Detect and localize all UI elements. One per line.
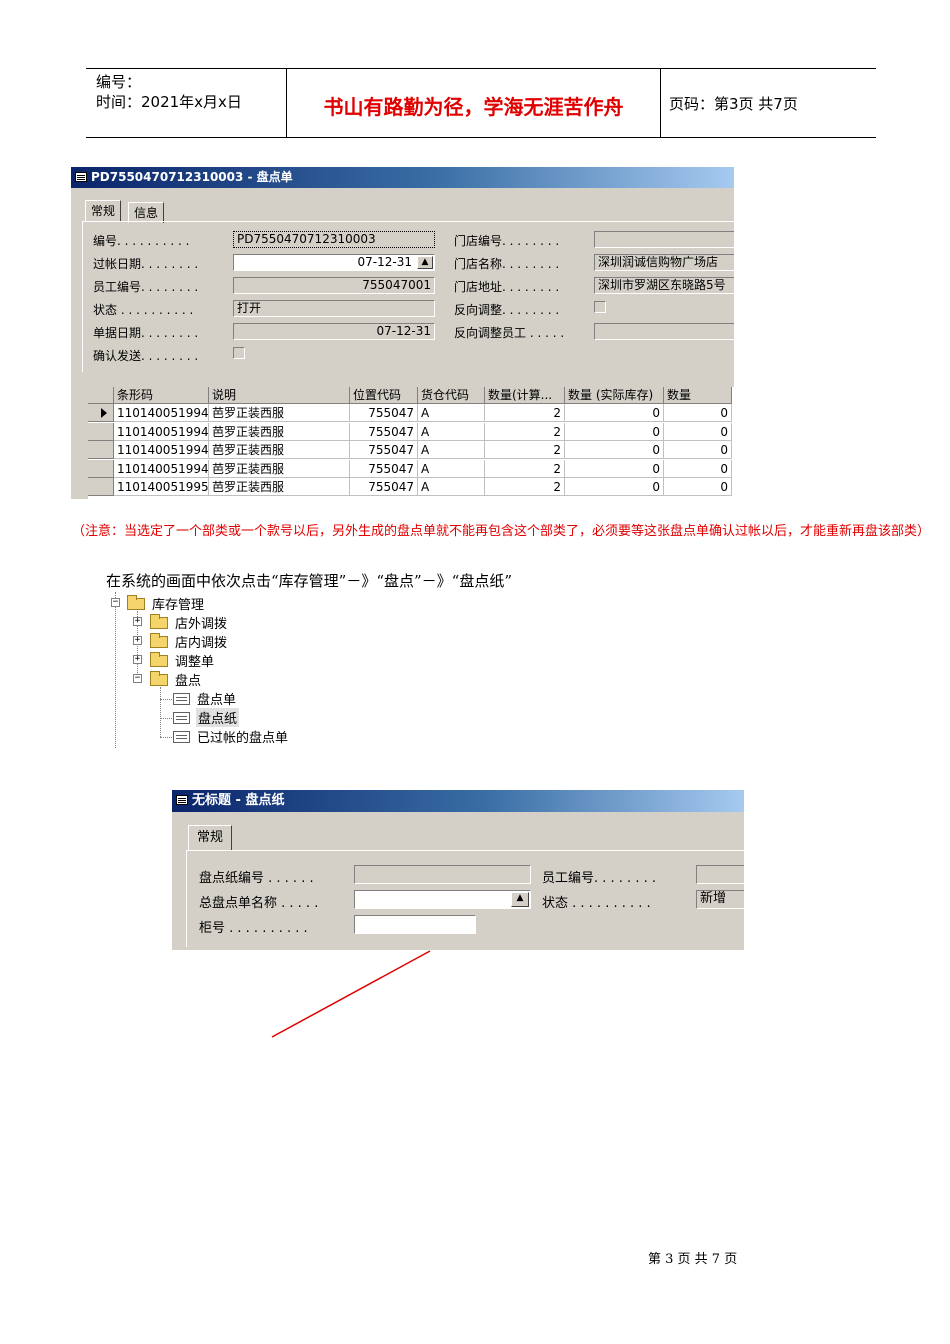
pointer-line <box>271 950 431 1038</box>
page-footer: 第 3 页 共 7 页 <box>648 1252 738 1267</box>
red-pointer-line <box>271 950 431 1038</box>
